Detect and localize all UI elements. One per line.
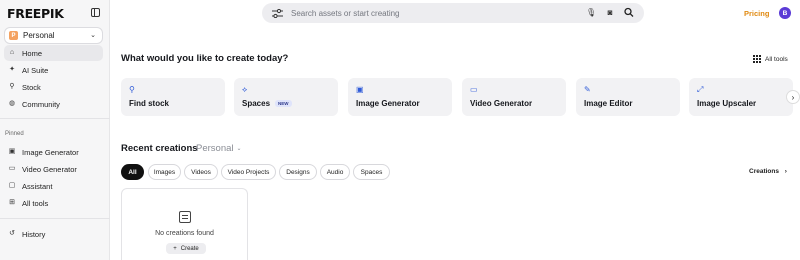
sidebar-item-label: AI Suite [22, 65, 49, 75]
creations-link[interactable]: Creations › [749, 168, 787, 175]
sidebar-item-all-tools[interactable]: ⊞ All tools [4, 195, 103, 211]
image-icon: ▣ [356, 85, 364, 94]
chevron-right-icon: › [791, 92, 795, 102]
recent-workspace-selector[interactable]: Personal ⌄ [196, 143, 242, 154]
chevron-down-icon: ⌄ [236, 146, 242, 152]
sparkle-icon: ✦ [9, 66, 15, 73]
tool-card-find-stock[interactable]: ⚲ Find stock [121, 78, 225, 116]
create-heading: What would you like to create today? [121, 53, 289, 64]
video-icon: ▭ [8, 165, 16, 172]
recent-workspace-label: Personal [196, 143, 234, 154]
sidebar-item-history[interactable]: ↺ History [4, 226, 103, 242]
avatar[interactable]: B [779, 7, 791, 19]
spaces-icon: ⟡ [242, 85, 248, 94]
filter-chip-video-projects[interactable]: Video Projects [221, 164, 276, 180]
sidebar-divider [0, 118, 110, 119]
tool-card-image-upscaler[interactable]: ⤢ Image Upscaler [689, 78, 793, 116]
create-button[interactable]: + Create [166, 243, 206, 254]
search-icon[interactable] [624, 7, 634, 18]
sidebar-item-label: All tools [22, 198, 49, 208]
sidebar-collapse-icon[interactable] [91, 8, 100, 17]
pinned-section-label: Pinned [5, 131, 24, 137]
sidebar-item-community[interactable]: ◍ Community [4, 96, 103, 112]
new-badge: NEW [275, 100, 292, 107]
filter-chip-audio[interactable]: Audio [320, 164, 350, 180]
all-tools-label: All tools [765, 55, 788, 63]
sidebar-item-image-generator[interactable]: ▣ Image Generator [4, 144, 103, 160]
video-icon: ▭ [470, 85, 478, 94]
empty-state-text: No creations found [155, 230, 214, 237]
history-icon: ↺ [9, 230, 15, 237]
workspace-badge: P [9, 31, 18, 40]
camera-icon[interactable]: ◙ [605, 7, 615, 18]
sidebar-item-label: Assistant [22, 181, 53, 191]
search-input[interactable]: Search assets or start creating [291, 9, 400, 18]
grid-icon [753, 55, 761, 63]
filter-icon[interactable] [272, 8, 283, 18]
all-tools-link[interactable]: All tools [753, 55, 788, 63]
tool-card-image-generator[interactable]: ▣ Image Generator [348, 78, 452, 116]
sidebar-item-label: Stock [22, 82, 41, 92]
sidebar-item-stock[interactable]: ⚲ Stock [4, 79, 103, 95]
workspace-label: Personal [23, 31, 55, 40]
create-button-label: Create [180, 245, 199, 252]
chat-icon: ▢ [8, 182, 16, 189]
tool-card-image-editor[interactable]: ✎ Image Editor [576, 78, 680, 116]
tool-card-video-generator[interactable]: ▭ Video Generator [462, 78, 566, 116]
sidebar-item-video-generator[interactable]: ▭ Video Generator [4, 161, 103, 177]
recent-creations-heading: Recent creations [121, 143, 198, 154]
grid-icon: ⊞ [9, 199, 15, 206]
tool-card-spaces[interactable]: ⟡ Spaces NEW [234, 78, 338, 116]
empty-creations-card: No creations found + Create [121, 188, 248, 260]
sidebar-divider [0, 218, 110, 219]
creations-link-label: Creations [749, 168, 779, 175]
empty-list-icon [179, 211, 191, 223]
search-bar[interactable]: Search assets or start creating 🎙︎ ◙ [262, 3, 644, 23]
microphone-icon[interactable]: 🎙︎ [586, 7, 596, 18]
carousel-next-button[interactable]: › [786, 90, 800, 104]
sidebar-item-ai-suite[interactable]: ✦ AI Suite [4, 62, 103, 78]
tool-card-label: Video Generator [470, 99, 533, 108]
filter-chip-all[interactable]: All [121, 164, 144, 180]
sidebar-item-home[interactable]: ⌂ Home [4, 45, 103, 61]
workspace-selector[interactable]: P Personal ⌄ [4, 27, 103, 44]
tool-card-label: Find stock [129, 99, 170, 108]
search-icon: ⚲ [129, 85, 135, 94]
tool-card-label: Image Generator [356, 99, 420, 108]
sidebar-item-assistant[interactable]: ▢ Assistant [4, 178, 103, 194]
filter-chip-videos[interactable]: Videos [184, 164, 218, 180]
sidebar-item-label: History [22, 229, 46, 239]
filter-chip-images[interactable]: Images [148, 164, 181, 180]
filter-chip-spaces[interactable]: Spaces [353, 164, 390, 180]
freepik-logo[interactable]: FREEPIK [7, 6, 64, 21]
tool-card-label: Image Upscaler [697, 99, 757, 108]
sidebar-item-label: Video Generator [22, 164, 77, 174]
sidebar-item-label: Community [22, 99, 60, 109]
chevron-down-icon: ⌄ [90, 32, 96, 39]
edit-icon: ✎ [584, 85, 591, 94]
tool-card-label: Spaces NEW [242, 99, 292, 108]
chevron-right-icon: › [784, 168, 787, 175]
globe-icon: ◍ [8, 100, 16, 107]
filter-chip-designs[interactable]: Designs [279, 164, 317, 180]
tool-card-label: Image Editor [584, 99, 633, 108]
image-icon: ▣ [8, 148, 16, 155]
search-icon: ⚲ [9, 83, 15, 90]
home-icon: ⌂ [9, 49, 15, 56]
sidebar-item-label: Home [22, 48, 43, 58]
sidebar-item-label: Image Generator [22, 147, 79, 157]
pricing-link[interactable]: Pricing [744, 9, 769, 18]
plus-icon: + [173, 245, 177, 252]
upscale-icon: ⤢ [697, 85, 704, 94]
sidebar: FREEPIK P Personal ⌄ ⌂ Home ✦ AI Suite ⚲… [0, 0, 110, 260]
